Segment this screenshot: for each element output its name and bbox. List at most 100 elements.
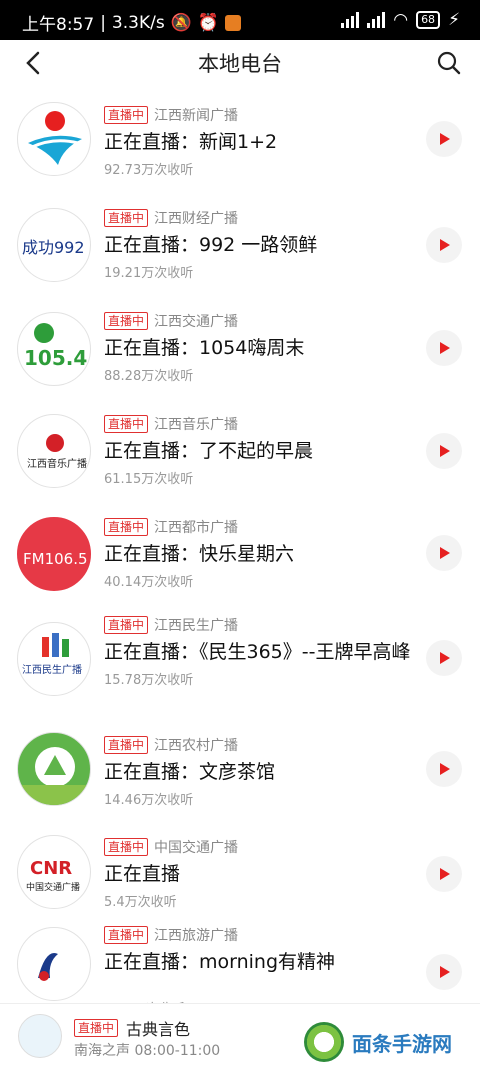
station-item[interactable]: 直播中 江西农村广播 正在直播：文彦茶馆 14.46万次收听 — [0, 718, 480, 820]
search-icon[interactable] — [436, 50, 462, 76]
station-logo — [17, 927, 91, 1001]
channel-name: 江西都市广播 — [154, 520, 239, 536]
program-title: 正在直播 — [104, 863, 181, 885]
channel-name: 江西交通广播 — [154, 314, 239, 330]
charging-icon: ⚡ — [448, 10, 460, 30]
program-title: 正在直播：morning有精神 — [104, 951, 336, 973]
play-button[interactable] — [426, 330, 462, 366]
logo-text: 105.4 — [24, 346, 87, 370]
play-icon — [440, 966, 450, 978]
live-badge: 直播中 — [104, 415, 149, 433]
listen-count: 61.15万次收听 — [104, 472, 194, 487]
status-speed: 3.3K/s — [111, 12, 165, 33]
play-button[interactable] — [426, 121, 462, 157]
program-title: 正在直播：快乐星期六 — [104, 543, 295, 565]
logo-text: 江西音乐广播 — [27, 457, 87, 470]
station-logo: 成功992 — [17, 208, 91, 282]
station-item[interactable]: 江西民生广播 直播中 江西民生广播 正在直播：《民生365》--王牌早高峰 15.… — [0, 600, 480, 718]
play-button[interactable] — [426, 227, 462, 263]
listen-count: 40.14万次收听 — [104, 575, 194, 590]
watermark-text: 面条手游网 — [352, 1031, 452, 1056]
program-title: 正在直播：了不起的早晨 — [104, 440, 314, 462]
listen-count: 92.73万次收听 — [104, 163, 194, 178]
station-logo: FM106.5 — [17, 517, 91, 591]
logo-text: 成功992 — [22, 238, 85, 257]
signal-icon — [341, 12, 360, 28]
play-button[interactable] — [426, 751, 462, 787]
station-logo: 江西民生广播 — [17, 622, 91, 696]
live-badge: 直播中 — [104, 838, 149, 856]
station-item[interactable]: 105.4 直播中 江西交通广播 正在直播：1054嗨周末 88.28万次收听 — [0, 294, 480, 397]
station-item[interactable]: 江西音乐广播 直播中 江西音乐广播 正在直播：了不起的早晨 61.15万次收听 — [0, 397, 480, 500]
channel-name: 江西旅游广播 — [154, 928, 239, 944]
play-button[interactable] — [426, 535, 462, 571]
listen-count: 14.46万次收听 — [104, 793, 194, 808]
now-playing-subtitle: 南海之声 08:00-11:00 — [74, 1043, 221, 1059]
play-icon — [440, 868, 450, 880]
program-title: 正在直播：《民生365》--王牌早高峰 — [104, 641, 411, 663]
logo-text: 中国交通广播 — [26, 881, 80, 893]
battery-icon: 68 — [416, 11, 441, 29]
play-button[interactable] — [426, 856, 462, 892]
live-badge: 直播中 — [104, 616, 149, 634]
station-item[interactable]: FM106.5 直播中 江西都市广播 正在直播：快乐星期六 40.14万次收听 — [0, 500, 480, 600]
channel-name: 江西民生广播 — [154, 618, 239, 634]
app-notification-icon — [225, 14, 242, 31]
status-bar: 上午8:57 | 3.3K/s 🔕 ⏰ ◠ 68 ⚡ — [0, 0, 480, 40]
station-logo: 江西音乐广播 — [17, 414, 91, 488]
watermark: 面条手游网 — [280, 1017, 480, 1067]
play-icon — [440, 547, 450, 559]
station-logo: CNR 中国交通广播 — [17, 835, 91, 909]
live-badge: 直播中 — [104, 106, 149, 124]
station-list: 直播中 江西新闻广播 正在直播：新闻1+2 92.73万次收听 成功992 直播中… — [0, 88, 480, 1017]
listen-count: 5.4万次收听 — [104, 895, 177, 910]
play-icon — [440, 445, 450, 457]
live-badge: 直播中 — [104, 312, 149, 330]
channel-name: 江西财经广播 — [154, 211, 239, 227]
station-item[interactable]: 直播中江西旅游广播 正在直播：morning有精神 2.16万次收听 — [0, 912, 480, 1017]
program-title: 正在直播：文彦茶馆 — [104, 761, 276, 783]
mute-icon: 🔕 — [170, 12, 192, 33]
alarm-icon: ⏰ — [197, 12, 220, 33]
top-bar: 本地电台 — [0, 40, 480, 84]
channel-name: 江西农村广播 — [154, 738, 239, 754]
signal-icon-2 — [367, 12, 386, 28]
play-icon — [440, 763, 450, 775]
channel-name: 中国交通广播 — [154, 840, 239, 856]
program-title: 正在直播：992 一路领鲜 — [104, 234, 318, 256]
listen-count: 19.21万次收听 — [104, 266, 194, 281]
program-title: 正在直播：1054嗨周末 — [104, 337, 305, 359]
logo-text: FM106.5 — [23, 550, 88, 568]
station-item[interactable]: 成功992 直播中 江西财经广播 正在直播：992 一路领鲜 19.21万次收听 — [0, 191, 480, 294]
live-badge: 直播中 — [104, 736, 149, 754]
play-button[interactable] — [426, 640, 462, 676]
live-badge: 直播中 — [104, 926, 149, 944]
status-time: 上午8:57 — [22, 15, 95, 35]
station-logo — [17, 732, 91, 806]
watermark-logo-icon — [304, 1022, 344, 1062]
program-title: 正在直播：新闻1+2 — [104, 131, 278, 153]
play-icon — [440, 133, 450, 145]
live-badge: 直播中 — [74, 1019, 119, 1037]
page-title: 本地电台 — [198, 52, 282, 76]
play-button[interactable] — [426, 954, 462, 990]
channel-name: 江西新闻广播 — [154, 108, 239, 124]
now-playing-logo — [18, 1014, 62, 1058]
play-icon — [440, 239, 450, 251]
channel-name: 江西音乐广播 — [154, 417, 239, 433]
station-logo: 105.4 — [17, 312, 91, 386]
live-badge: 直播中 — [104, 209, 149, 227]
play-icon — [440, 342, 450, 354]
now-playing-title: 古典言色 — [126, 1020, 191, 1039]
logo-text: 江西民生广播 — [22, 663, 82, 676]
station-item[interactable]: CNR 中国交通广播 直播中 中国交通广播 正在直播 5.4万次收听 — [0, 820, 480, 912]
play-icon — [440, 652, 450, 664]
wifi-icon: ◠ — [393, 10, 409, 30]
logo-text: CNR — [30, 858, 72, 879]
station-item[interactable]: 直播中 江西新闻广播 正在直播：新闻1+2 92.73万次收听 — [0, 88, 480, 191]
station-logo — [17, 102, 91, 176]
listen-count: 88.28万次收听 — [104, 369, 194, 384]
play-button[interactable] — [426, 433, 462, 469]
listen-count: 15.78万次收听 — [104, 673, 194, 688]
live-badge: 直播中 — [104, 518, 149, 536]
